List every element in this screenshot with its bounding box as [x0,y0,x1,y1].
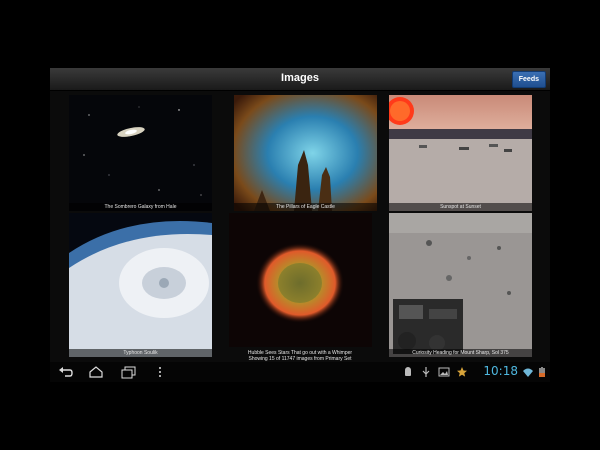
image-tile[interactable]: The Pillars of Eagle Castle [234,95,377,211]
star-icon [457,367,467,377]
battery-icon [539,367,545,377]
mars-rover-image [389,213,532,357]
page-title: Images [281,72,319,84]
image-caption: Sunspot at Sunset [389,203,532,211]
planetary-nebula-image [229,213,372,347]
feeds-button[interactable]: Feeds [511,71,546,88]
image-tile[interactable]: Typhoon Soulik [69,213,212,357]
image-caption: Typhoon Soulik [69,349,212,357]
android-icon [405,367,411,376]
overflow-menu-icon[interactable] [152,365,168,379]
usb-icon [422,367,430,377]
back-icon[interactable] [58,365,74,379]
image-tile[interactable]: Curiosity Heading for Mount Sharp, Sol 3… [389,213,532,357]
recent-apps-icon[interactable] [120,365,136,379]
action-bar: Images Feeds [50,68,550,91]
image-tile[interactable]: The Sombrero Galaxy from Hale [69,95,212,211]
image-caption: Curiosity Heading for Mount Sharp, Sol 3… [389,349,532,357]
wifi-icon [523,368,533,377]
image-caption: The Sombrero Galaxy from Hale [69,203,212,211]
clock: 10:18 [483,364,518,378]
typhoon-image [69,213,212,357]
galaxy-image [69,95,212,211]
home-icon[interactable] [88,365,104,379]
image-tile[interactable] [229,213,372,347]
image-grid: The Sombrero Galaxy from Hale The Pillar… [50,91,550,362]
image-icon [438,367,450,377]
tablet-screen: Images Feeds The Sombrero Galaxy from Ha… [50,68,550,382]
image-caption: The Pillars of Eagle Castle [234,203,377,211]
image-tile[interactable]: Sunspot at Sunset [389,95,532,211]
sunset-image [389,95,532,211]
system-nav-bar: 10:18 [50,362,550,382]
nebula-image [234,95,377,211]
